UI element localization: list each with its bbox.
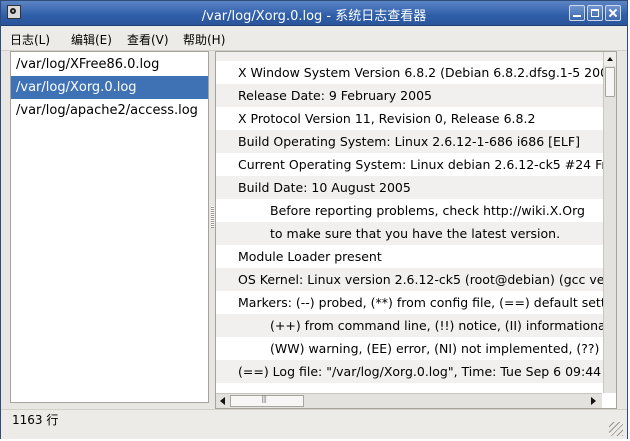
log-content-view: X Window System Version 6.8.2 (Debian 6.… — [215, 51, 617, 409]
arrow-left-icon[interactable] — [217, 395, 229, 407]
log-line: to make sure that you have the latest ve… — [216, 222, 603, 245]
log-file-item[interactable]: /var/log/XFree86.0.log — [11, 53, 208, 76]
menu-log[interactable]: 日志(L) — [10, 31, 50, 48]
log-line: Build Operating System: Linux 2.6.12-1-6… — [216, 130, 603, 153]
log-line: (==) Log file: "/var/log/Xorg.0.log", Ti… — [216, 360, 603, 383]
log-file-item[interactable]: /var/log/apache2/access.log — [11, 99, 208, 122]
log-line: X Protocol Version 11, Revision 0, Relea… — [238, 111, 536, 126]
window-title: /var/log/Xorg.0.log - 系统日志查看器 — [201, 9, 427, 24]
title-bar[interactable]: /var/log/Xorg.0.log - 系统日志查看器 — [1, 1, 627, 26]
log-line: Module Loader present — [238, 249, 382, 264]
log-line — [216, 52, 603, 61]
log-line: Build Date: 10 August 2005 — [216, 176, 603, 199]
line-count: 1163 行 — [12, 413, 59, 427]
log-line: X Window System Version 6.8.2 (Debian 6.… — [238, 65, 603, 80]
log-line: Before reporting problems, check http://… — [270, 203, 585, 218]
vertical-scroll-thumb[interactable] — [605, 67, 615, 97]
menu-help[interactable]: 帮助(H) — [183, 31, 225, 48]
horizontal-scrollbar[interactable] — [216, 393, 602, 408]
log-line: Markers: (--) probed, (**) from config f… — [238, 295, 603, 310]
menu-view[interactable]: 查看(V) — [127, 31, 169, 48]
menu-bar: 日志(L) 编辑(E) 查看(V) 帮助(H) — [1, 26, 627, 51]
log-file-list: /var/log/XFree86.0.log /var/log/Xorg.0.l… — [10, 51, 209, 403]
log-line: Current Operating System: Linux debian 2… — [238, 157, 603, 172]
log-line: (WW) warning, (EE) error, (NI) not imple… — [270, 341, 603, 356]
log-line: (++) from command line, (!!) notice, (II… — [216, 314, 603, 337]
log-viewer-window: /var/log/Xorg.0.log - 系统日志查看器 日志(L) 编辑(E… — [0, 0, 628, 439]
menu-edit[interactable]: 编辑(E) — [71, 31, 112, 48]
pane-splitter[interactable] — [211, 206, 214, 228]
log-file-item-selected[interactable]: /var/log/Xorg.0.log — [11, 76, 208, 99]
log-line: OS Kernel: Linux version 2.6.12-ck5 (roo… — [216, 268, 603, 291]
resize-grip-icon[interactable] — [609, 422, 623, 436]
minimize-icon[interactable] — [569, 5, 585, 21]
log-lines: X Window System Version 6.8.2 (Debian 6.… — [216, 52, 603, 393]
close-icon[interactable] — [605, 5, 621, 21]
maximize-icon[interactable] — [587, 5, 603, 21]
vertical-scrollbar[interactable] — [603, 52, 616, 393]
arrow-right-icon[interactable] — [587, 395, 599, 407]
log-line: Release Date: 9 February 2005 — [216, 84, 603, 107]
status-bar: 1163 行 — [1, 409, 627, 439]
horizontal-scroll-thumb[interactable] — [230, 394, 304, 407]
arrow-up-icon[interactable] — [604, 52, 616, 66]
